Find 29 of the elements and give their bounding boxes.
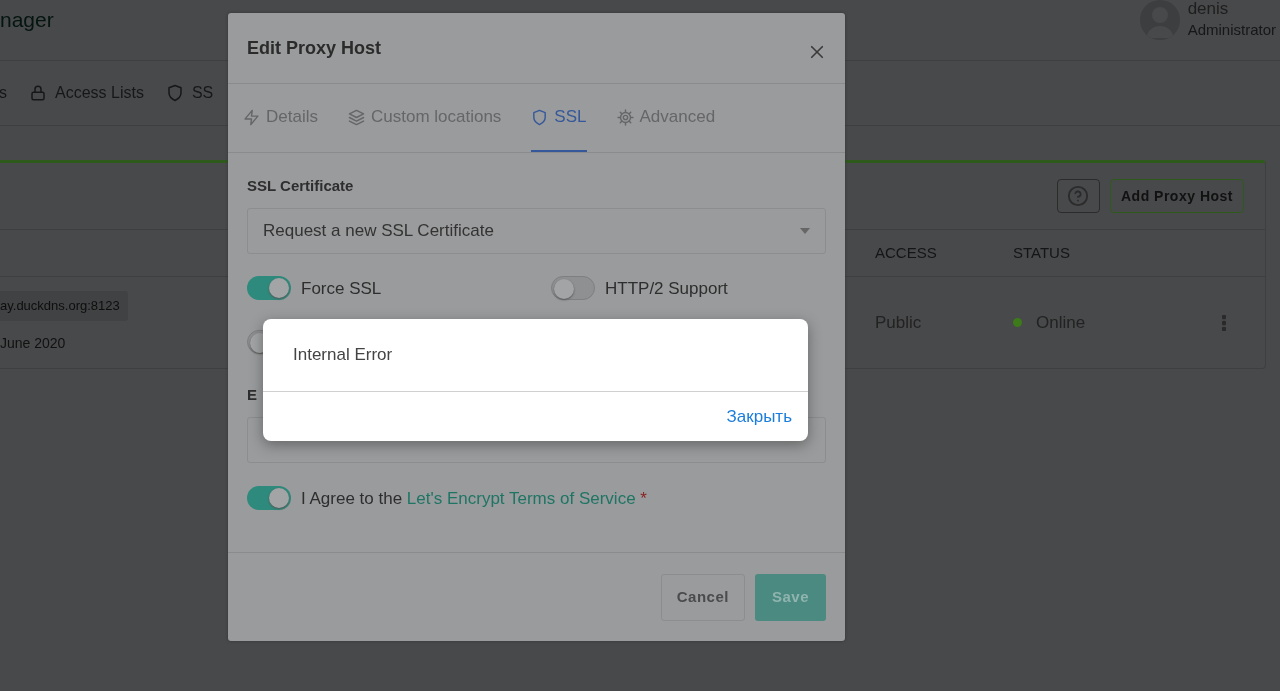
add-proxy-host-button[interactable]: Add Proxy Host: [1110, 179, 1244, 213]
close-alert-button[interactable]: Закрыть: [726, 403, 792, 430]
toggle-switch[interactable]: [247, 276, 291, 301]
lock-icon: [29, 84, 47, 102]
toggle-label: HTTP/2 Support: [605, 277, 728, 300]
save-button[interactable]: Save: [754, 573, 826, 621]
terms-link[interactable]: Let's Encrypt Terms of Service: [406, 488, 636, 508]
settings-icon: [616, 108, 634, 126]
help-icon: [1067, 185, 1090, 207]
toggle-switch[interactable]: [551, 276, 595, 301]
toggle-switch[interactable]: [247, 486, 291, 511]
caret-icon: [800, 227, 810, 234]
field-label: SSL Certificate: [247, 176, 355, 196]
alert-message: Internal Error: [293, 344, 393, 367]
shield-icon: [165, 84, 184, 102]
tab[interactable]: SSL: [531, 84, 587, 152]
help-button[interactable]: [1057, 179, 1100, 213]
dialog-title: Edit Proxy Host: [247, 36, 382, 60]
layers-icon: [347, 108, 365, 126]
agree-text: I Agree to the Let's Encrypt Terms of Service *: [301, 487, 647, 510]
shield-icon: [531, 108, 549, 126]
certificate-select[interactable]: Request a new SSL Certificate: [247, 207, 826, 254]
field-label: E: [247, 385, 257, 405]
app-brand-text: nager: [0, 7, 54, 33]
lightning-bolt-icon: [243, 108, 260, 126]
toggle-label: Force SSL: [301, 277, 382, 300]
more-menu-icon[interactable]: [1222, 314, 1226, 331]
created-date: June 2020: [0, 334, 66, 351]
cancel-button[interactable]: Cancel: [660, 573, 745, 621]
